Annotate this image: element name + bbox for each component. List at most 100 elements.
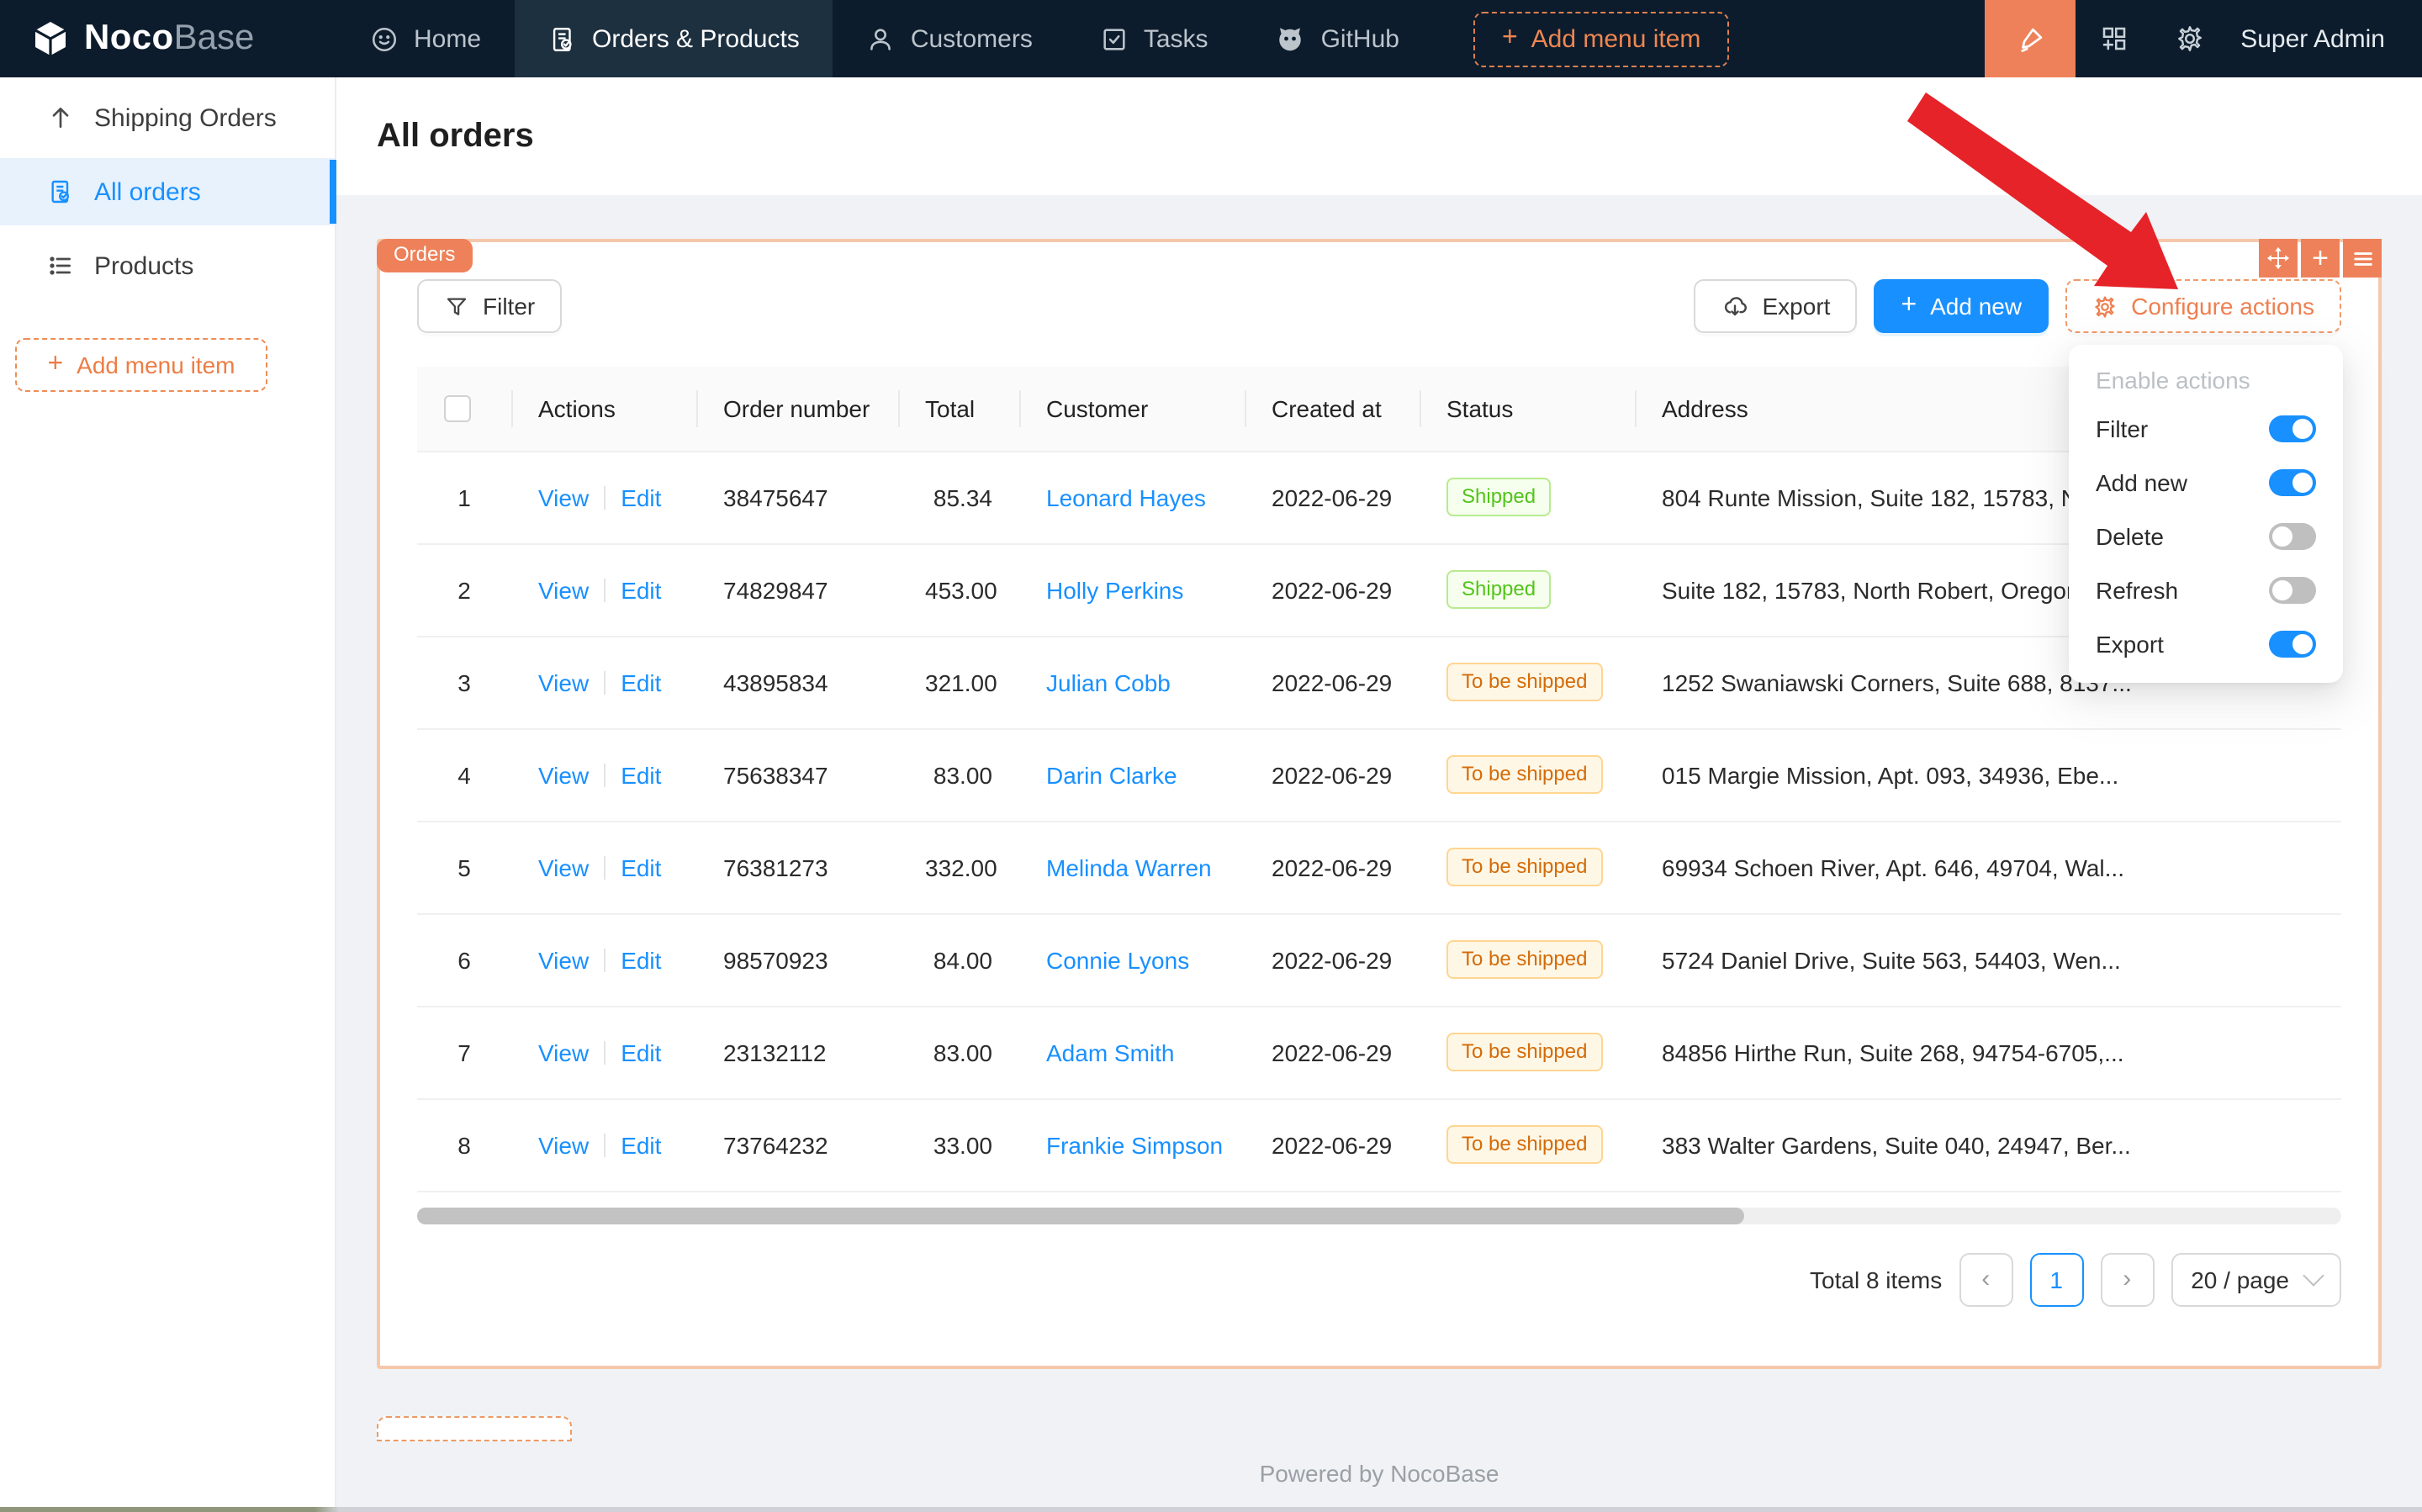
dropdown-item-export[interactable]: Export [2069,617,2343,671]
row-index: 8 [417,1098,511,1191]
customer-link[interactable]: Connie Lyons [1046,946,1189,973]
user-menu[interactable]: Super Admin [2227,0,2422,77]
view-link[interactable]: View [538,576,589,603]
horizontal-scrollbar-track[interactable] [417,1207,2341,1224]
enable-actions-dropdown: Enable actions Filter Add new Delete Ref… [2069,345,2343,683]
nav-item-orders-products[interactable]: Orders & Products [515,0,833,77]
cell-order-number: 43895834 [696,636,898,728]
page-header: All orders [336,77,2422,195]
add-new-toggle[interactable] [2269,469,2316,496]
navbar-add-menu-item-button[interactable]: + Add menu item [1473,11,1729,66]
status-badge: Shipped [1446,478,1551,516]
horizontal-scrollbar-thumb[interactable] [417,1207,1745,1224]
configure-actions-button[interactable]: Configure actions [2065,279,2341,333]
divider [604,948,606,971]
pagination-total: Total 8 items [1810,1266,1942,1293]
chevron-down-icon [2303,1265,2324,1286]
export-toggle[interactable] [2269,631,2316,658]
previous-page-button[interactable]: ‹ [1959,1252,2012,1306]
column-header-order-number: Order number [696,367,898,451]
ui-editor-toggle-button[interactable] [1985,0,2076,77]
add-new-button[interactable]: + Add new [1874,279,2049,333]
add-block-button[interactable]: + Add block [377,1416,572,1441]
dropdown-item-label: Refresh [2096,577,2178,604]
nav-item-tasks[interactable]: Tasks [1066,0,1242,77]
sidebar-item-label: All orders [94,177,201,206]
refresh-toggle[interactable] [2269,577,2316,604]
divider [604,1040,606,1064]
plugins-button[interactable] [2076,0,2151,77]
drag-block-handle[interactable] [2259,239,2298,278]
edit-link[interactable]: Edit [621,1039,661,1065]
select-all-checkbox[interactable] [444,396,471,423]
add-block-column-button[interactable]: + [2301,239,2340,278]
view-link[interactable]: View [538,946,589,973]
cell-total: 84.00 [898,913,1019,1006]
customer-link[interactable]: Darin Clarke [1046,761,1177,788]
view-link[interactable]: View [538,669,589,695]
cell-order-number: 75638347 [696,728,898,821]
customer-link[interactable]: Frankie Simpson [1046,1131,1223,1158]
sidebar-item-label: Shipping Orders [94,103,277,132]
customer-link[interactable]: Julian Cobb [1046,669,1171,695]
nav-item-customers[interactable]: Customers [833,0,1066,77]
filter-button[interactable]: Filter [417,279,562,333]
dropdown-item-refresh[interactable]: Refresh [2069,563,2343,617]
export-button[interactable]: Export [1694,279,1858,333]
github-cat-icon [1276,24,1306,54]
plus-icon: + [1502,25,1518,52]
edit-link[interactable]: Edit [621,761,661,788]
customer-link[interactable]: Adam Smith [1046,1039,1175,1065]
cell-created-at: 2022-06-29 [1245,1098,1420,1191]
customer-link[interactable]: Holly Perkins [1046,576,1183,603]
view-link[interactable]: View [538,1039,589,1065]
table-row: 2 ViewEdit 74829847 453.00 Holly Perkins… [417,543,2341,636]
cell-total: 85.34 [898,451,1019,543]
block-menu-button[interactable] [2343,239,2382,278]
customer-link[interactable]: Leonard Hayes [1046,484,1206,510]
status-badge: Shipped [1446,570,1551,609]
view-link[interactable]: View [538,761,589,788]
nav-item-home[interactable]: Home [336,0,515,77]
sidebar-item-all-orders[interactable]: All orders [0,158,335,225]
highlighter-icon [2014,23,2046,55]
edit-link[interactable]: Edit [621,484,661,510]
page-size-select[interactable]: 20 / page [2171,1252,2341,1306]
next-page-button[interactable]: › [2100,1252,2154,1306]
navbar-spacer [1729,0,1985,77]
view-link[interactable]: View [538,484,589,510]
settings-button[interactable] [2151,0,2227,77]
edit-link[interactable]: Edit [621,576,661,603]
edit-link[interactable]: Edit [621,669,661,695]
dropdown-item-filter[interactable]: Filter [2069,402,2343,456]
table-row: 4 ViewEdit 75638347 83.00 Darin Clarke 2… [417,728,2341,821]
row-index: 1 [417,451,511,543]
sidebar-item-shipping-orders[interactable]: Shipping Orders [0,84,335,151]
dropdown-item-delete[interactable]: Delete [2069,510,2343,563]
cube-logo-icon [30,19,71,59]
current-page-button[interactable]: 1 [2029,1252,2083,1306]
customer-link[interactable]: Melinda Warren [1046,854,1212,880]
edit-link[interactable]: Edit [621,946,661,973]
brand-logo[interactable]: NocoBase [0,0,336,77]
row-index: 2 [417,543,511,636]
filter-label: Filter [483,293,535,320]
nav-item-github[interactable]: GitHub [1242,0,1433,77]
edit-link[interactable]: Edit [621,1131,661,1158]
sidebar-add-menu-item-button[interactable]: + Add menu item [15,338,267,392]
nav-item-label: Tasks [1144,24,1208,53]
view-link[interactable]: View [538,1131,589,1158]
edit-link[interactable]: Edit [621,854,661,880]
view-link[interactable]: View [538,854,589,880]
app-window: NocoBase Home Orders & Products Customer… [0,0,2422,1512]
table-row: 7 ViewEdit 23132112 83.00 Adam Smith 202… [417,1006,2341,1098]
main-content: All orders Orders + [336,77,2422,1512]
filter-toggle[interactable] [2269,415,2316,442]
arrow-up-icon [45,104,76,131]
delete-toggle[interactable] [2269,523,2316,550]
sidebar-item-products[interactable]: Products [0,232,335,299]
powered-by-footer: Powered by NocoBase [336,1460,2422,1487]
block-designer-toolbar: + [2259,239,2382,278]
cell-order-number: 98570923 [696,913,898,1006]
dropdown-item-add-new[interactable]: Add new [2069,456,2343,510]
